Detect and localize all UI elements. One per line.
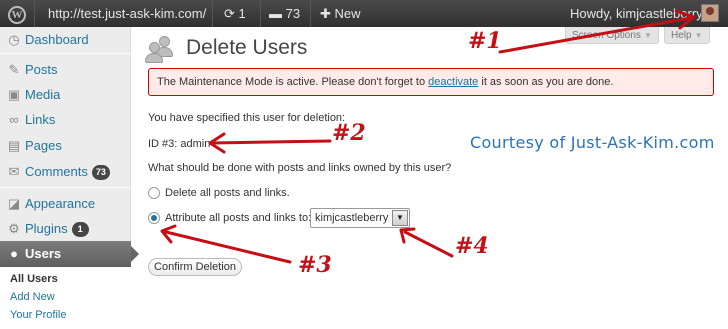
updates-button[interactable]: ⟳ 1 <box>224 0 246 27</box>
wordpress-logo-button[interactable]: W <box>0 0 34 27</box>
comments-badge: 73 <box>91 165 110 180</box>
sidebar-item-label: Links <box>25 112 56 127</box>
sidebar-item-plugins[interactable]: ⚙ Plugins 1 <box>0 216 131 242</box>
admin-bar-divider <box>310 0 311 27</box>
arrow-2 <box>210 139 332 145</box>
sidebar-item-comments[interactable]: ✉ Comments 73 <box>0 159 131 185</box>
link-icon: ∞ <box>9 112 19 127</box>
submenu-your-profile[interactable]: Your Profile <box>10 309 66 321</box>
help-tab[interactable]: Help ▼ <box>664 27 710 44</box>
plugin-icon: ⚙ <box>8 221 20 236</box>
chevron-down-icon: ▼ <box>392 210 408 226</box>
selected-user-value: kimjcastleberry <box>315 212 389 224</box>
help-label: Help <box>671 30 692 41</box>
new-content-button[interactable]: ✚ New <box>320 0 361 27</box>
confirm-deletion-button[interactable]: Confirm Deletion <box>148 258 242 276</box>
annotation-3: #3 <box>298 252 332 278</box>
admin-bar-divider <box>260 0 261 27</box>
comment-icon: ✉ <box>8 164 20 179</box>
menu-separator <box>0 53 131 54</box>
plugins-badge: 1 <box>71 222 89 237</box>
sidebar-item-posts[interactable]: ✎ Posts <box>0 57 131 83</box>
attribute-posts-label[interactable]: Attribute all posts and links to: <box>165 212 311 224</box>
refresh-icon: ⟳ <box>224 6 235 21</box>
appearance-icon: ◪ <box>7 196 21 211</box>
pin-icon: ✎ <box>8 62 20 77</box>
admin-bar: W http://test.just-ask-kim.com/ ⟳ 1 ▬ 73… <box>0 0 728 27</box>
updates-count: 1 <box>238 6 246 21</box>
sidebar-item-label: Users <box>25 246 62 261</box>
wordpress-icon: W <box>8 6 26 24</box>
sidebar-item-appearance[interactable]: ◪ Appearance <box>0 191 131 217</box>
screen-options-tab[interactable]: Screen Options ▼ <box>565 27 659 44</box>
submenu-add-new[interactable]: Add New <box>10 291 55 303</box>
page-title: Delete Users <box>186 36 308 59</box>
sidebar-item-pages[interactable]: ▤ Pages <box>0 133 131 159</box>
attribute-posts-radio[interactable] <box>148 212 160 224</box>
users-icon: ● <box>10 246 18 261</box>
annotation-2: #2 <box>332 120 366 146</box>
users-submenu: All Users Add New Your Profile <box>0 267 131 329</box>
sidebar-item-users[interactable]: ● Users <box>0 241 139 267</box>
chevron-down-icon: ▼ <box>643 31 652 40</box>
sidebar-item-label: Comments 73 <box>25 164 110 180</box>
arrow-3-head <box>160 224 177 244</box>
notice-text: The Maintenance Mode is active. Please d… <box>157 76 429 88</box>
comment-icon: ▬ <box>269 6 282 21</box>
plus-icon: ✚ <box>320 6 331 21</box>
sidebar-item-label: Dashboard <box>25 32 89 47</box>
page-icon: ▤ <box>7 138 21 153</box>
sidebar-item-label: Pages <box>25 138 62 153</box>
site-url-link[interactable]: http://test.just-ask-kim.com/ <box>48 0 206 27</box>
arrow-4 <box>403 230 454 258</box>
sidebar-item-links[interactable]: ∞ Links <box>0 107 131 133</box>
arrow-2-head <box>208 132 226 154</box>
screen-options-label: Screen Options <box>572 30 641 41</box>
delete-posts-label[interactable]: Delete all posts and links. <box>165 187 290 199</box>
maintenance-notice: The Maintenance Mode is active. Please d… <box>148 68 714 96</box>
courtesy-text: Courtesy of Just-Ask-Kim.com <box>470 133 715 152</box>
admin-sidebar: ◷ Dashboard ✎ Posts ▣ Media ∞ Links ▤ Pa… <box>0 27 139 329</box>
chevron-down-icon: ▼ <box>694 31 703 40</box>
avatar[interactable] <box>701 4 719 22</box>
notice-text: it as soon as you are done. <box>478 76 614 88</box>
delete-posts-radio[interactable] <box>148 187 160 199</box>
deletion-intro: You have specified this user for deletio… <box>148 112 346 124</box>
dashboard-icon: ◷ <box>8 32 20 47</box>
media-icon: ▣ <box>7 87 21 102</box>
sidebar-item-dashboard[interactable]: ◷ Dashboard <box>0 27 131 53</box>
user-id-label: ID #3: admin <box>148 138 211 150</box>
attribute-user-select[interactable]: kimjcastleberry ▼ <box>310 208 410 228</box>
users-page-icon <box>145 34 180 64</box>
posts-question: What should be done with posts and links… <box>148 162 452 174</box>
arrow-4-head <box>399 227 416 244</box>
sidebar-item-label: Appearance <box>25 196 96 211</box>
sidebar-item-label: Media <box>25 87 61 102</box>
annotation-4: #4 <box>455 233 489 259</box>
howdy-user-menu[interactable]: Howdy, kimjcastleberry <box>570 0 703 27</box>
admin-bar-divider <box>34 0 35 27</box>
menu-separator <box>0 187 131 188</box>
sidebar-item-label: Posts <box>25 62 58 77</box>
comments-button[interactable]: ▬ 73 <box>269 0 300 27</box>
new-label: New <box>334 6 361 21</box>
sidebar-item-label: Plugins 1 <box>25 221 89 237</box>
submenu-all-users[interactable]: All Users <box>10 273 58 285</box>
deactivate-link[interactable]: deactivate <box>428 76 478 88</box>
admin-bar-divider <box>212 0 213 27</box>
comments-count: 73 <box>285 6 301 21</box>
annotation-1: #1 <box>468 28 502 54</box>
sidebar-item-media[interactable]: ▣ Media <box>0 82 131 108</box>
